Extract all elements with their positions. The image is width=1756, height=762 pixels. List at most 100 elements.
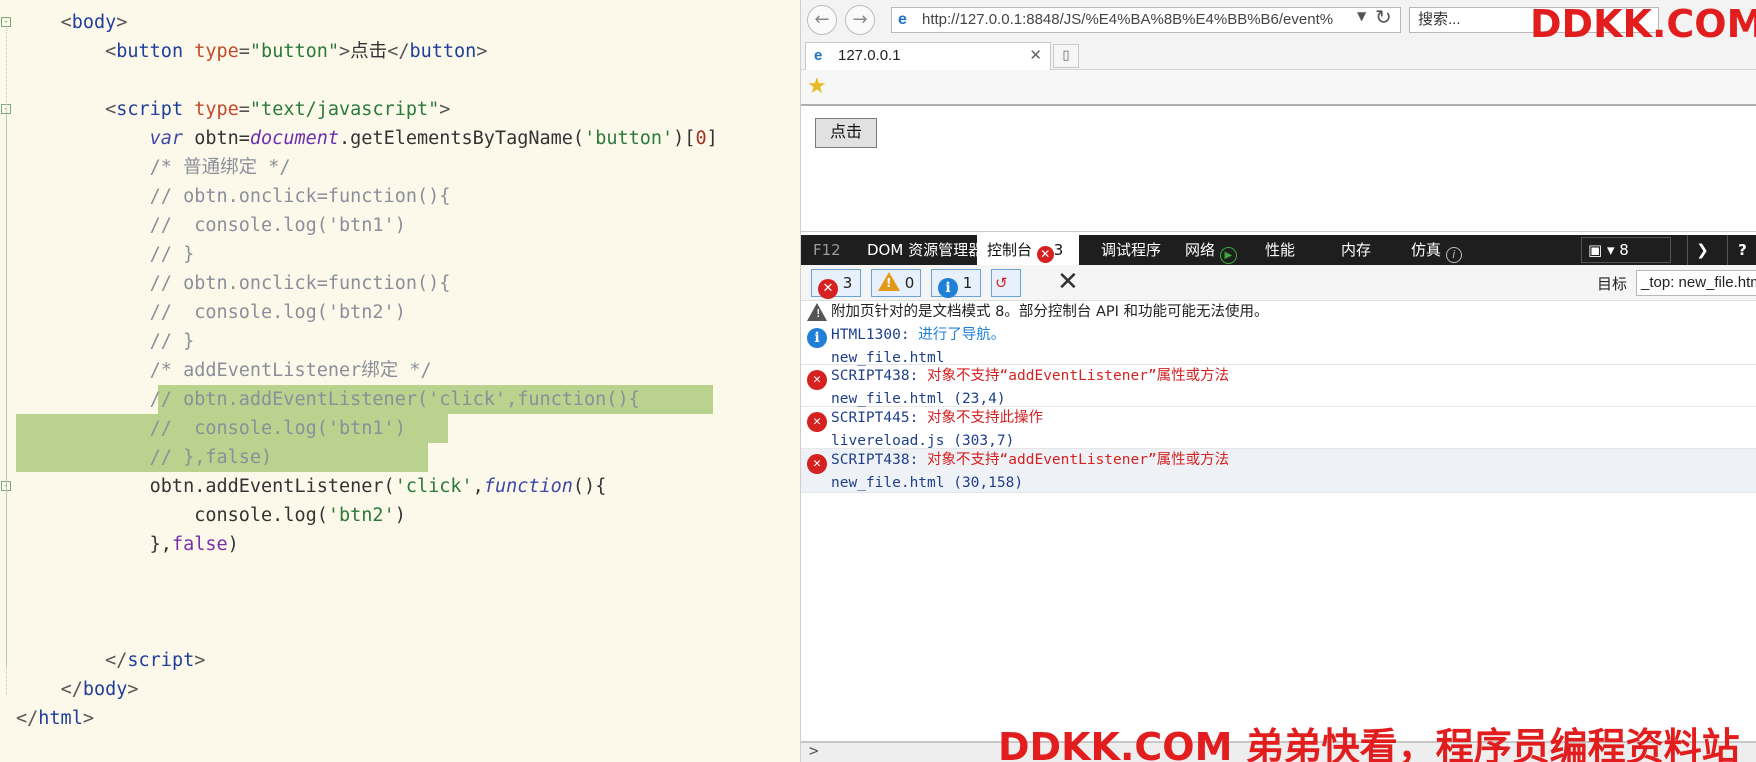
search-placeholder: 搜索... (1418, 11, 1461, 28)
console-message[interactable]: ✕ SCRIPT438: 对象不支持“addEventListener”属性或方法… (801, 449, 1756, 493)
code-token: </ (60, 679, 83, 700)
code-line[interactable]: obtn.addEventListener('click',function()… (16, 472, 607, 501)
code-token: false (171, 534, 228, 555)
code-line[interactable]: // },false) (16, 443, 273, 472)
editor-gutter: --- (0, 0, 14, 762)
code-line[interactable]: // } (16, 327, 195, 356)
clear-console-icon[interactable]: ✕ (1057, 268, 1079, 296)
code-token: )[ (673, 128, 696, 149)
message-code: SCRIPT438: (831, 368, 919, 384)
code-line[interactable]: // console.log('btn2') (16, 298, 406, 327)
code-token: ) (227, 534, 239, 555)
target-select[interactable]: _top: new_file.htm (1636, 270, 1756, 296)
browser-tab[interactable]: e 127.0.0.1 ✕ (805, 42, 1051, 70)
code-token: body (71, 12, 117, 33)
message-body: 对象不支持“addEventListener”属性或方法 (918, 368, 1230, 384)
code-editor[interactable]: --- <body> <button type="button">点击</but… (0, 0, 800, 762)
code-token: > (476, 41, 488, 62)
page-click-button[interactable]: 点击 (815, 118, 877, 148)
favorites-star-icon[interactable]: ★ (807, 74, 827, 99)
message-body: 对象不支持此操作 (918, 410, 1044, 426)
console-message[interactable]: i HTML1300: 进行了导航。 new_file.html (801, 324, 1756, 366)
devtools-tabbar: F12 DOM 资源管理器 控制台 ✕ 3 调试程序 网络 ▶ 性能 内存 仿真 … (801, 235, 1756, 265)
tab-console-label: 控制台 (987, 241, 1033, 259)
code-line[interactable]: // } (16, 240, 195, 269)
code-token: // obtn.onclick=function(){ (149, 273, 451, 294)
code-line[interactable]: </html> (16, 704, 94, 733)
code-line[interactable]: var obtn=document.getElementsByTagName('… (16, 124, 718, 153)
code-line[interactable]: /* addEventListener绑定 */ (16, 356, 432, 385)
message-text: SCRIPT438: 对象不支持“addEventListener”属性或方法 (831, 449, 1229, 471)
error-icon: ✕ (818, 279, 838, 299)
tab-network[interactable]: 网络 ▶ (1185, 235, 1237, 265)
code-line[interactable]: </body> (16, 675, 139, 704)
fold-guide (6, 492, 7, 550)
console-message[interactable]: ✕ SCRIPT445: 对象不支持此操作 livereload.js (303,7… (801, 407, 1756, 449)
filter-messages-button[interactable]: i 1 (931, 269, 981, 298)
help-icon[interactable]: ? (1727, 235, 1756, 265)
code-line[interactable]: <script type="text/javascript"> (16, 95, 450, 124)
back-arrow-icon[interactable]: ← (807, 5, 837, 35)
message-source-link[interactable]: new_file.html (30,158) (831, 472, 1023, 494)
code-token: // console.log('btn1') (149, 418, 406, 439)
code-line[interactable]: // obtn.onclick=function(){ (16, 269, 451, 298)
code-token: // console.log('btn1') (149, 215, 406, 236)
tab-debugger[interactable]: 调试程序 (1101, 235, 1161, 265)
code-line[interactable]: // obtn.onclick=function(){ (16, 182, 451, 211)
console-prompt-icon[interactable]: ❯ (1687, 235, 1717, 265)
new-tab-icon[interactable]: ▯ (1053, 44, 1079, 68)
code-line[interactable]: console.log('btn2') (16, 501, 406, 530)
code-line[interactable]: // obtn.addEventListener('click',functio… (16, 385, 640, 414)
screens-count: 8 (1619, 241, 1629, 259)
filter-errors-button[interactable]: ✕ 3 (811, 269, 861, 299)
code-token: html (38, 708, 83, 729)
watermark-top: DDKK.COM (1530, 2, 1756, 46)
code-token: ] (706, 128, 718, 149)
code-line[interactable]: // console.log('btn1') (16, 211, 406, 240)
url-input[interactable]: e http://127.0.0.1:8848/JS/%E4%BA%8B%E4%… (891, 7, 1401, 33)
code-line[interactable]: // console.log('btn1') (16, 414, 406, 443)
code-line[interactable]: /* 普通绑定 */ (16, 153, 291, 182)
code-line[interactable]: },false) (16, 530, 239, 559)
console-message[interactable]: ! 附加页针对的是文档模式 8。部分控制台 API 和功能可能无法使用。 (801, 301, 1756, 324)
error-icon: ✕ (807, 409, 827, 432)
forward-arrow-icon[interactable]: → (845, 5, 875, 35)
fold-toggle-icon[interactable]: - (1, 17, 11, 27)
console-message[interactable]: ✕ SCRIPT438: 对象不支持“addEventListener”属性或方法… (801, 365, 1756, 407)
watermark-bottom: DDKK.COM 弟弟快看，程序员编程资料站 (998, 725, 1740, 762)
code-line[interactable]: </script> (16, 646, 205, 675)
tab-console[interactable]: 控制台 ✕ 3 (977, 235, 1079, 265)
code-token: > (339, 41, 351, 62)
message-text: 附加页针对的是文档模式 8。部分控制台 API 和功能可能无法使用。 (831, 301, 1269, 323)
target-screens-dropdown[interactable]: ▣ ▾ 8 (1581, 237, 1671, 263)
tab-emulation[interactable]: 仿真 i (1411, 235, 1462, 265)
code-token: = (238, 99, 250, 120)
refresh-icon[interactable]: ↻ (1375, 5, 1392, 29)
code-token: /* addEventListener绑定 */ (149, 360, 432, 381)
code-line[interactable]: <button type="button">点击</button> (16, 37, 487, 66)
message-body: 对象不支持“addEventListener”属性或方法 (918, 452, 1230, 468)
message-text: SCRIPT438: 对象不支持“addEventListener”属性或方法 (831, 365, 1229, 387)
tab-title: 127.0.0.1 (838, 47, 901, 64)
code-token: obtn= (183, 128, 250, 149)
code-line[interactable]: <body> (16, 8, 128, 37)
filter-warnings-button[interactable]: ! 0 (871, 269, 921, 297)
code-token: 0 (695, 128, 707, 149)
warnings-count: 0 (904, 274, 915, 292)
tab-performance[interactable]: 性能 (1265, 235, 1295, 265)
tab-dom-explorer[interactable]: DOM 资源管理器 (867, 235, 983, 265)
tab-memory[interactable]: 内存 (1341, 235, 1371, 265)
chevron-down-icon[interactable]: ▼ (1357, 9, 1366, 23)
code-token: "text/javascript" (249, 99, 440, 120)
clear-on-navigate-icon[interactable]: ↺ (991, 269, 1021, 297)
close-tab-icon[interactable]: ✕ (1029, 43, 1042, 69)
play-icon: ▶ (1219, 247, 1237, 264)
